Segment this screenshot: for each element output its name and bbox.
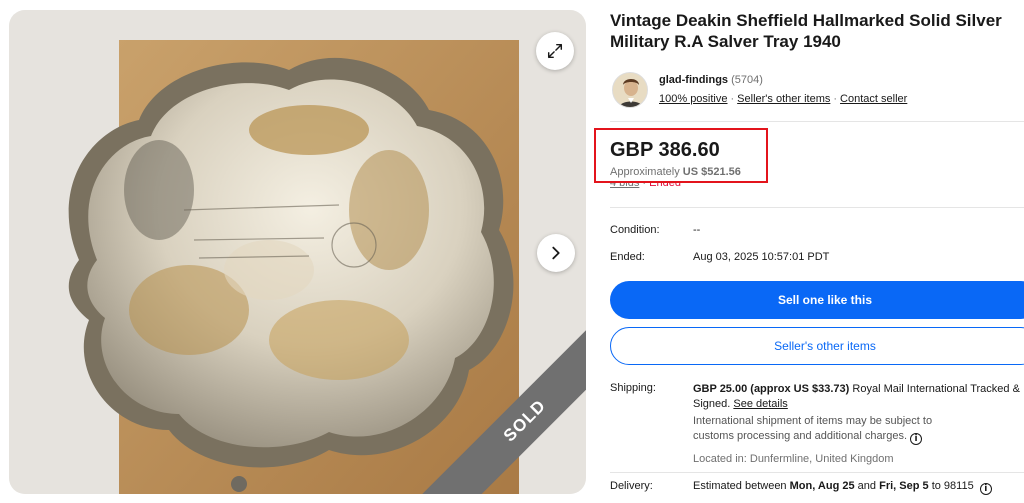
seller-other-items-link[interactable]: Seller's other items bbox=[737, 93, 830, 105]
see-details-link[interactable]: See details bbox=[733, 398, 787, 410]
divider bbox=[610, 207, 1024, 208]
separator: · bbox=[730, 93, 735, 105]
info-icon[interactable]: i bbox=[979, 483, 992, 495]
approx-price: Approximately US $521.56 bbox=[610, 166, 741, 178]
delivery-label: Delivery: bbox=[610, 480, 653, 492]
contact-seller-link[interactable]: Contact seller bbox=[840, 93, 907, 105]
positive-feedback-link[interactable]: 100% positive bbox=[659, 93, 728, 105]
seller-links: 100% positive · Seller's other items · Conta… bbox=[659, 93, 907, 105]
condition-label: Condition: bbox=[610, 224, 660, 236]
divider bbox=[610, 472, 1024, 473]
ended-label: Ended: bbox=[610, 251, 645, 263]
customs-note: International shipment of items may be s… bbox=[693, 414, 953, 445]
avatar-portrait-icon bbox=[613, 73, 647, 107]
seller-card: glad-findings (5704) 100% positive · Selle… bbox=[610, 72, 1024, 112]
shipping-cost: GBP 25.00 (approx US $33.73) bbox=[693, 383, 850, 395]
delivery-prefix: Estimated between bbox=[693, 480, 787, 492]
item-info-panel: Vintage Deakin Sheffield Hallmarked Soli… bbox=[594, 0, 1024, 503]
seller-name-row: glad-findings (5704) bbox=[659, 74, 763, 86]
sellers-other-items-button[interactable]: Seller's other items bbox=[610, 327, 1024, 365]
seller-avatar[interactable] bbox=[612, 72, 648, 108]
price-block: GBP 386.60 Approximately US $521.56 bbox=[610, 139, 741, 178]
approx-prefix: Approximately bbox=[610, 166, 680, 178]
approx-value: US $521.56 bbox=[682, 166, 741, 178]
delivery-estimate: Estimated between Mon, Aug 25 and Fri, S… bbox=[693, 480, 992, 495]
expand-button[interactable] bbox=[536, 32, 574, 70]
delivery-end: Fri, Sep 5 bbox=[879, 480, 929, 492]
delivery-zip: to 98115 bbox=[931, 480, 974, 492]
ended-value: Aug 03, 2025 10:57:01 PDT bbox=[693, 251, 830, 263]
price-highlight-box: GBP 386.60 Approximately US $521.56 bbox=[594, 128, 768, 183]
item-price: GBP 386.60 bbox=[610, 139, 720, 161]
expand-icon bbox=[547, 43, 563, 59]
sell-one-like-this-button[interactable]: Sell one like this bbox=[610, 281, 1024, 319]
shipping-details: GBP 25.00 (approx US $33.73) Royal Mail … bbox=[693, 382, 1024, 412]
chevron-right-icon bbox=[552, 246, 560, 260]
delivery-start: Mon, Aug 25 bbox=[789, 480, 855, 492]
customs-note-text: International shipment of items may be s… bbox=[693, 415, 933, 442]
delivery-and: and bbox=[857, 480, 877, 492]
divider bbox=[610, 121, 1024, 122]
info-icon[interactable]: i bbox=[910, 433, 923, 445]
image-gallery[interactable]: SOLD bbox=[9, 10, 586, 494]
condition-value: -- bbox=[693, 224, 701, 236]
item-title: Vintage Deakin Sheffield Hallmarked Soli… bbox=[610, 11, 1002, 51]
next-image-button[interactable] bbox=[537, 234, 575, 272]
separator: · bbox=[833, 93, 838, 105]
item-location: Located in: Dunfermline, United Kingdom bbox=[693, 453, 894, 465]
seller-name[interactable]: glad-findings bbox=[659, 74, 728, 86]
shipping-label: Shipping: bbox=[610, 382, 656, 394]
seller-feedback-count: (5704) bbox=[731, 74, 763, 86]
